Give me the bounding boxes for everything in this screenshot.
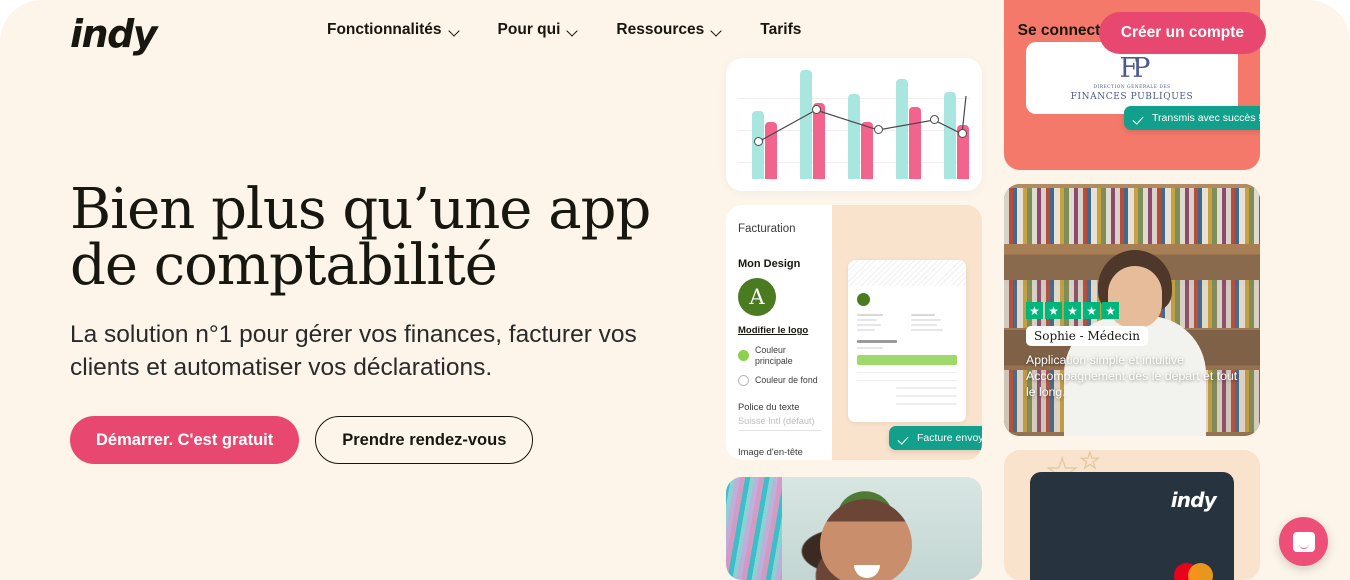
rating-stars: ★ ★ ★ ★ ★ xyxy=(1026,302,1119,319)
invoice-panel-title: Facturation xyxy=(738,223,796,235)
star-icon: ★ xyxy=(1064,302,1081,319)
chart-trend-line xyxy=(757,95,967,143)
invoice-sent-badge: Facture envoyée xyxy=(889,426,982,450)
invoice-sent-label: Facture envoyée xyxy=(917,432,982,444)
dgfip-line1: DIRECTION GÉNÉRALE DES xyxy=(1093,84,1171,90)
chart-point xyxy=(754,137,763,146)
main-navigation: Fonctionnalités Pour qui Ressources Tari… xyxy=(327,21,801,39)
chart-point xyxy=(930,115,939,124)
font-select[interactable]: Suisse Intl (défaut) xyxy=(738,416,822,432)
page-root: indy Fonctionnalités Pour qui Ressources… xyxy=(0,0,1350,580)
star-icon: ★ xyxy=(1083,302,1100,319)
chevron-down-icon xyxy=(449,27,460,34)
nav-label: Fonctionnalités xyxy=(327,21,442,38)
hero-subtitle: La solution n°1 pour gérer vos finances,… xyxy=(70,321,637,381)
testimonial-quote: Application simple et intuitive Accompag… xyxy=(1026,353,1238,400)
chart-point xyxy=(812,105,821,114)
color-swatch-icon xyxy=(738,375,749,387)
start-free-button[interactable]: Démarrer. C'est gratuit xyxy=(70,416,300,465)
color-option-primary[interactable]: Couleur principale xyxy=(738,345,822,366)
payment-card: indy xyxy=(1030,472,1234,580)
chart-point xyxy=(958,129,967,138)
color-primary-label: Couleur principale xyxy=(755,345,793,366)
nav-label: Ressources xyxy=(616,21,705,38)
check-icon xyxy=(900,435,911,442)
invoice-design-heading: Mon Design xyxy=(738,258,801,270)
invoice-settings-panel: Facturation Mon Design A Modifier le log… xyxy=(726,205,832,460)
invoice-header-pattern xyxy=(848,260,966,286)
color-background-label: Couleur de fond xyxy=(755,375,818,386)
company-logo-avatar: A xyxy=(738,278,776,316)
chat-launcher-button[interactable] xyxy=(1279,517,1328,566)
finance-chart xyxy=(738,70,970,179)
mastercard-icon xyxy=(1174,563,1214,580)
nav-item-ressources[interactable]: Ressources xyxy=(616,21,722,39)
chart-point xyxy=(874,125,883,134)
book-appointment-button[interactable]: Prendre rendez-vous xyxy=(315,416,534,465)
star-icon: ★ xyxy=(1026,302,1043,319)
invoicing-card: Facturation Mon Design A Modifier le log… xyxy=(726,205,982,460)
bank-card-logo: indy xyxy=(1170,488,1217,512)
star-icon: ★ xyxy=(1102,302,1119,319)
invoice-logo-icon xyxy=(857,293,870,306)
testimonial-card: ★ ★ ★ ★ ★ Sophie - Médecin Application s… xyxy=(1004,184,1260,436)
star-decoration-icon: ★ xyxy=(1079,450,1100,473)
nav-item-pour-qui[interactable]: Pour qui xyxy=(498,21,579,39)
chevron-down-icon xyxy=(711,27,722,34)
check-icon xyxy=(1135,115,1146,122)
testimonial-author: Sophie - Médecin xyxy=(1026,326,1148,346)
bank-card-visual: ★ ★ indy xyxy=(1004,450,1260,580)
chart-card xyxy=(726,58,982,191)
hero-collage: Facturation Mon Design A Modifier le log… xyxy=(710,0,1350,580)
nav-item-tarifs[interactable]: Tarifs xyxy=(760,21,801,39)
color-option-background[interactable]: Couleur de fond xyxy=(738,375,822,387)
message-bubble-icon xyxy=(1292,531,1315,552)
user-photo-card xyxy=(726,477,982,580)
color-swatch-icon xyxy=(738,350,749,362)
indy-logo[interactable]: indy xyxy=(70,12,158,56)
nav-label: Pour qui xyxy=(497,21,561,38)
dgfip-line2: FINANCES PUBLIQUES xyxy=(1070,91,1194,102)
hero-cta-group: Démarrer. C'est gratuit Prendre rendez-v… xyxy=(70,416,690,465)
nav-item-fonctionnalites[interactable]: Fonctionnalités xyxy=(327,21,460,39)
transmission-success-badge: Transmis avec succès ! xyxy=(1124,106,1260,130)
site-header: indy Fonctionnalités Pour qui Ressources… xyxy=(0,0,1350,66)
header-image-label: Image d'en-tête xyxy=(738,446,803,458)
transmission-success-label: Transmis avec succès ! xyxy=(1152,112,1260,124)
nav-label: Tarifs xyxy=(760,21,802,38)
star-icon: ★ xyxy=(1045,302,1062,319)
photo-color-strips xyxy=(726,477,782,580)
invoice-preview xyxy=(848,260,966,422)
edit-logo-link[interactable]: Modifier le logo xyxy=(738,325,822,336)
hero-section: Bien plus qu’une app de comptabilité La … xyxy=(70,177,690,465)
signup-button[interactable]: Créer un compte xyxy=(1098,12,1266,54)
chevron-down-icon xyxy=(567,27,578,34)
bookshelf xyxy=(1004,188,1260,244)
page-title: Bien plus qu’une app de comptabilité xyxy=(70,177,651,298)
font-field-label: Police du texte xyxy=(738,401,800,413)
